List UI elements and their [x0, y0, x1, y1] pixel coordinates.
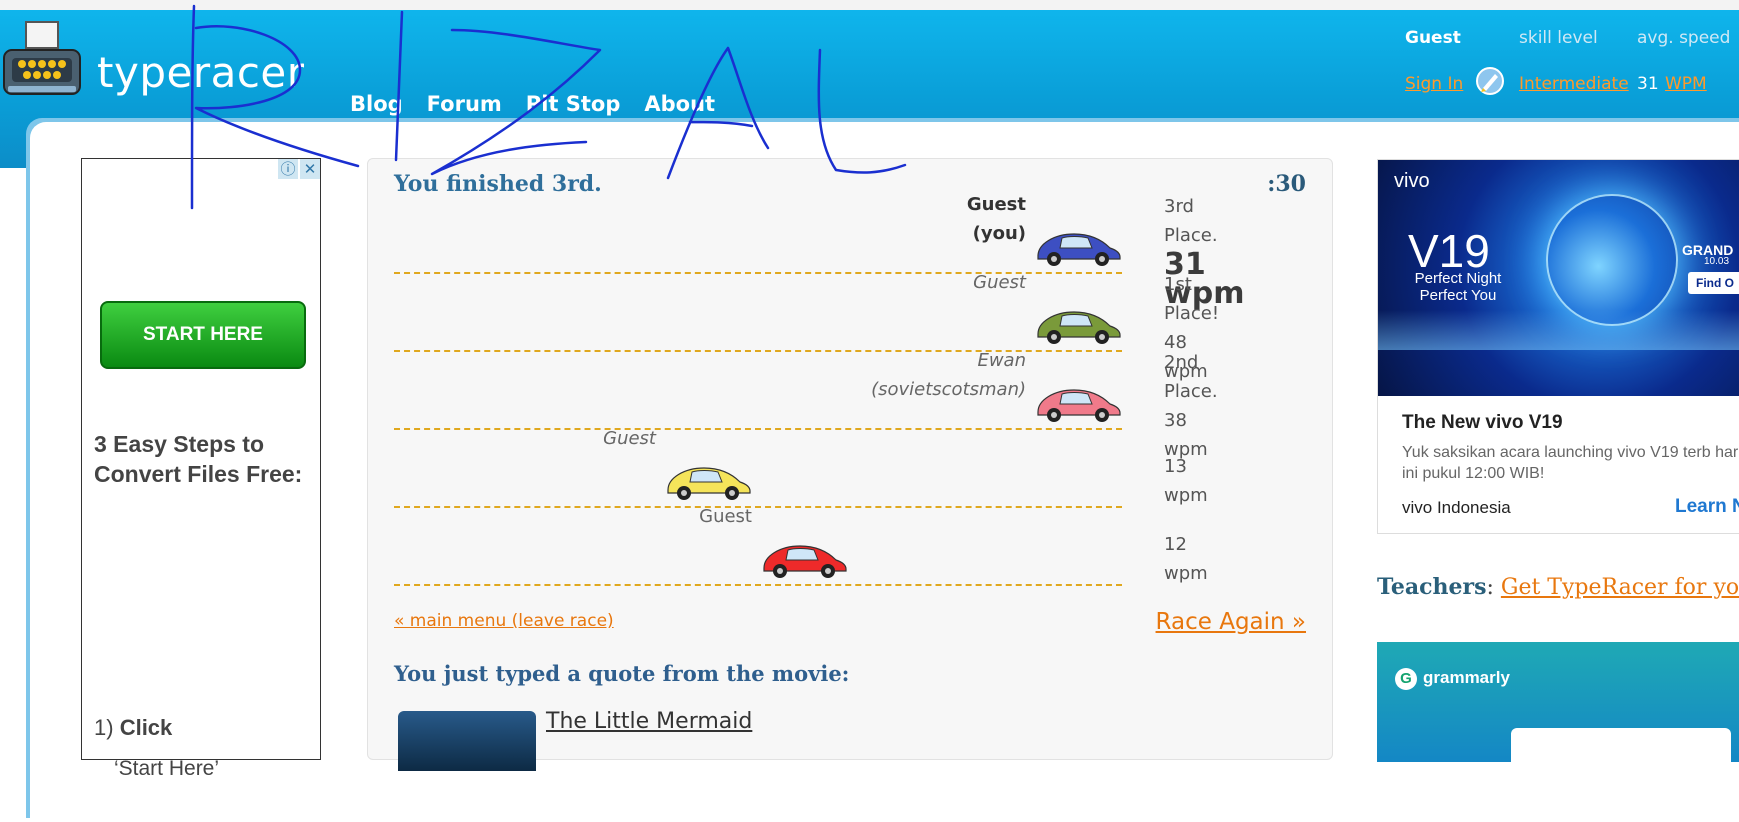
racer-name: Guest: [973, 268, 1026, 297]
race-lane: Ewan (sovietscotsman) 2nd Place. 38 wpm: [394, 350, 1218, 460]
browser-top-strip: [0, 0, 1739, 10]
race-timer: :30: [1267, 171, 1306, 197]
avg-speed-label: avg. speed: [1637, 28, 1731, 48]
race-lane: Guest 1st Place! 48 wpm: [394, 272, 1219, 382]
racer-wpm: 12 wpm: [1164, 534, 1208, 584]
race-lane: Guest 13 wpm: [394, 428, 1208, 508]
race-lane: Guest (you) 3rd Place. 31 wpm: [394, 194, 1244, 309]
racer-name-primary: Ewan: [977, 350, 1026, 371]
racer-place: 2nd Place.: [1164, 352, 1218, 402]
wpm-link[interactable]: WPM: [1665, 74, 1707, 94]
ad-step-1-number: 1): [94, 715, 114, 740]
race-car-icon: [1037, 389, 1121, 422]
nav-pit-stop[interactable]: Pit Stop: [526, 92, 621, 116]
ad-choices: ⓘ ✕: [278, 159, 320, 179]
race-results-panel: You finished 3rd. :30 Guest (you) 3rd Plac…: [367, 158, 1333, 771]
grammarly-g-icon: G: [1395, 668, 1417, 690]
vivo-tagline: Perfect Night Perfect You: [1414, 270, 1502, 304]
teachers-promo: Teachers: Get TypeRacer for you: [1377, 574, 1739, 600]
grammarly-logo: Ggrammarly: [1395, 668, 1510, 690]
racer-name-primary: Guest: [603, 428, 656, 449]
racer-name-secondary: (sovietscotsman): [871, 379, 1026, 400]
racer-wpm: 13 wpm: [1164, 456, 1208, 506]
user-avatar-icon[interactable]: [1475, 66, 1505, 96]
racer-place: 1st Place!: [1164, 274, 1220, 324]
city-skyline-graphic: [1378, 310, 1739, 350]
racer-result: 13 wpm: [1164, 452, 1208, 510]
ad-info-icon[interactable]: ⓘ: [278, 159, 298, 179]
finish-message: You finished 3rd.: [394, 171, 602, 197]
racer-name: Guest: [699, 502, 752, 531]
vivo-ad-description: Yuk saksikan acara launching vivo V19 te…: [1402, 444, 1739, 482]
race-again-link[interactable]: Race Again »: [1156, 609, 1306, 635]
teachers-label: Teachers: [1377, 574, 1487, 600]
start-here-button[interactable]: START HERE: [100, 301, 306, 369]
nav-about[interactable]: About: [644, 92, 715, 116]
orb-graphic: [1546, 194, 1678, 326]
race-car-icon: [1037, 233, 1121, 266]
racer-name: Guest: [603, 424, 656, 453]
typewriter-logo-icon[interactable]: [0, 20, 90, 100]
race-lane: Guest 12 wpm: [394, 506, 1208, 586]
ad-step-1-action: Click: [119, 715, 173, 740]
movie-title-link[interactable]: The Little Mermaid: [546, 709, 752, 734]
vivo-find-button[interactable]: Find O: [1688, 272, 1739, 294]
racer-name: Guest (you): [967, 190, 1026, 248]
grammarly-card-graphic: [1511, 728, 1731, 768]
user-name: Guest: [1405, 28, 1461, 48]
vivo-date: 10.03: [1704, 256, 1730, 267]
movie-thumbnail[interactable]: [398, 711, 536, 771]
vivo-learn-more-link[interactable]: Learn N: [1675, 496, 1739, 518]
grammarly-advertisement[interactable]: Ggrammarly: [1377, 642, 1739, 768]
racer-name-primary: Guest: [699, 506, 752, 527]
grammarly-wordmark: grammarly: [1423, 668, 1510, 687]
teachers-separator: :: [1486, 575, 1501, 600]
vivo-advertiser: vivo Indonesia: [1402, 498, 1511, 517]
nav-forum[interactable]: Forum: [427, 92, 502, 116]
ad-heading: 3 Easy Steps to Convert Files Free:: [94, 431, 303, 487]
racer-name: Ewan (sovietscotsman): [871, 346, 1026, 404]
ad-close-icon[interactable]: ✕: [300, 159, 320, 179]
racer-name-primary: Guest: [966, 194, 1026, 215]
race-car-icon: [667, 467, 751, 500]
skill-level-link[interactable]: Intermediate: [1519, 74, 1629, 94]
quote-source-heading: You just typed a quote from the movie:: [394, 661, 850, 686]
sign-in-link[interactable]: Sign In: [1405, 74, 1463, 94]
vivo-banner-image[interactable]: vivo V19 Perfect Night Perfect You GRAND…: [1378, 160, 1739, 396]
nav-blog[interactable]: Blog: [350, 92, 403, 116]
race-car-icon: [763, 545, 847, 578]
vivo-logo: vivo: [1394, 170, 1430, 192]
leave-race-link[interactable]: « main menu (leave race): [394, 611, 614, 631]
right-advertisement[interactable]: vivo V19 Perfect Night Perfect You GRAND…: [1377, 159, 1739, 534]
ad-step-1-detail: ‘Start Here’: [114, 757, 220, 780]
lane-divider: [394, 584, 1122, 586]
racer-name-secondary: (you): [972, 223, 1026, 244]
avg-speed-value: 31: [1637, 74, 1659, 94]
racer-result: 12 wpm: [1164, 530, 1208, 588]
teachers-link[interactable]: Get TypeRacer for you: [1501, 575, 1739, 600]
racer-result: 2nd Place. 38 wpm: [1164, 348, 1218, 464]
skill-level-label: skill level: [1519, 28, 1598, 48]
main-nav: Blog Forum Pit Stop About: [350, 92, 715, 116]
vivo-ad-title[interactable]: The New vivo V19: [1402, 412, 1563, 434]
left-advertisement[interactable]: ⓘ ✕ START HERE 3 Easy Steps to Convert F…: [81, 158, 321, 780]
racer-place: 3rd Place.: [1164, 196, 1218, 246]
racer-name-primary: Guest: [973, 272, 1026, 293]
site-brand[interactable]: typeracer: [97, 48, 305, 97]
ad-step-1: 1) Click: [94, 715, 172, 741]
race-car-icon: [1037, 311, 1121, 344]
